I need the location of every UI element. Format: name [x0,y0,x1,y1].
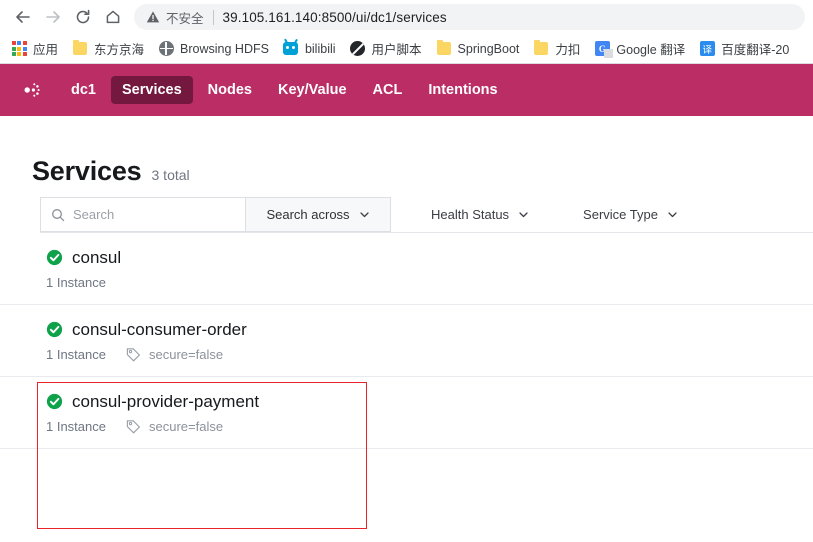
home-button[interactable] [98,2,128,32]
bookmark-browsing-hdfs[interactable]: Browsing HDFS [151,37,276,61]
security-status-label: 不安全 [166,11,204,26]
bookmark-dongfangjinghai[interactable]: 东方京海 [65,37,151,61]
service-type-label: Service Type [583,207,658,222]
search-across-label: Search across [266,207,350,222]
health-status-label: Health Status [431,207,510,222]
bookmark-baidu-translate[interactable]: 译 百度翻译-20 [692,37,796,61]
service-meta: 1 Instance secure=false [46,419,813,434]
apps-grid-icon [11,41,27,57]
nav-item-intentions[interactable]: Intentions [417,76,508,104]
services-total-count: 3 total [151,167,190,183]
service-tag: secure=false [149,418,224,434]
forward-arrow-icon [44,8,62,26]
bookmark-label: 应用 [33,43,59,57]
nav-item-acl[interactable]: ACL [362,76,414,104]
browser-chrome: 不安全 39.105.161.140:8500/ui/dc1/services … [0,0,813,64]
bookmark-apps[interactable]: 应用 [4,37,65,61]
folder-icon [72,39,88,57]
omnibox-divider [212,9,214,25]
bookmark-likou[interactable]: 力扣 [526,37,587,61]
address-bar-url: 39.105.161.140:8500/ui/dc1/services [222,9,447,25]
folder-icon [436,39,452,57]
service-instance-count: 1 Instance [46,346,106,362]
bookmark-label: 力扣 [555,43,581,57]
chevron-down-icon [667,209,678,220]
bookmark-springboot[interactable]: SpringBoot [429,37,527,61]
tag-icon [126,347,141,362]
nav-item-nodes[interactable]: Nodes [197,76,263,104]
check-circle-icon [46,393,63,410]
bookmark-label: 用户脚本 [371,43,422,57]
nav-item-key-value[interactable]: Key/Value [267,76,358,104]
service-name-line: consul-consumer-order [46,320,813,340]
globe-icon [158,41,174,57]
google-translate-icon: G [594,41,613,58]
search-input[interactable] [73,207,235,222]
bookmark-bilibili[interactable]: bilibili [276,37,343,61]
home-icon [104,8,122,26]
bookmark-label: SpringBoot [457,41,520,56]
back-button[interactable] [8,2,38,32]
chevron-down-icon [518,209,529,220]
page-title: Services [32,156,142,186]
service-name: consul-consumer-order [72,319,247,339]
bookmark-label: 百度翻译-20 [721,43,790,57]
folder-icon [533,39,549,57]
service-tag: secure=false [149,346,224,362]
tag-icon [126,419,141,434]
bookmark-label: Browsing HDFS [180,41,269,56]
consul-logo-icon[interactable] [10,73,44,107]
filter-toolbar: Search across Health Status Service Type [40,197,813,233]
consul-navbar: dc1 Services Nodes Key/Value ACL Intenti… [0,64,813,116]
search-across-dropdown[interactable]: Search across [245,197,391,232]
back-arrow-icon [14,8,32,26]
baidu-translate-icon: 译 [699,41,715,57]
service-name-line: consul [46,248,813,268]
reload-button[interactable] [68,2,98,32]
consul-app: dc1 Services Nodes Key/Value ACL Intenti… [0,64,813,542]
page-body: Services 3 total Search across [0,116,813,449]
service-row-consul[interactable]: consul 1 Instance [0,233,813,305]
service-instance-count: 1 Instance [46,274,106,290]
search-box[interactable] [40,197,245,232]
service-name: consul-provider-payment [72,391,260,411]
service-list: consul 1 Instance consul-consumer-order [0,233,813,449]
service-meta: 1 Instance secure=false [46,347,813,362]
service-row-consul-consumer-order[interactable]: consul-consumer-order 1 Instance secure=… [0,305,813,377]
address-bar[interactable]: 不安全 39.105.161.140:8500/ui/dc1/services [134,4,805,30]
tampermonkey-icon [350,41,366,57]
service-name: consul [72,247,122,267]
bookmark-google-translate[interactable]: G Google 翻译 [587,37,692,61]
chevron-down-icon [359,209,370,220]
search-icon [51,208,65,222]
check-circle-icon [46,249,63,266]
page-header: Services 3 total [0,116,813,197]
bilibili-icon [283,41,299,57]
bookmark-label: 东方京海 [94,43,145,57]
service-type-dropdown[interactable]: Service Type [569,197,692,232]
nav-item-services[interactable]: Services [111,76,193,104]
nav-item-dc1[interactable]: dc1 [60,76,107,104]
browser-toolbar: 不安全 39.105.161.140:8500/ui/dc1/services [0,0,813,34]
service-instance-count: 1 Instance [46,418,106,434]
warning-triangle-icon [146,10,160,24]
service-row-consul-provider-payment[interactable]: consul-provider-payment 1 Instance secur… [0,377,813,449]
bookmark-label: bilibili [304,41,336,56]
bookmarks-bar: 应用 东方京海 Browsing HDFS bilibili 用户脚本 Spri… [0,34,813,64]
health-status-dropdown[interactable]: Health Status [417,197,543,232]
check-circle-icon [46,321,63,338]
service-name-line: consul-provider-payment [46,392,813,412]
service-meta: 1 Instance [46,275,813,290]
bookmark-label: Google 翻译 [616,43,686,57]
forward-button[interactable] [38,2,68,32]
bookmark-userscript[interactable]: 用户脚本 [343,37,429,61]
reload-icon [74,8,92,26]
